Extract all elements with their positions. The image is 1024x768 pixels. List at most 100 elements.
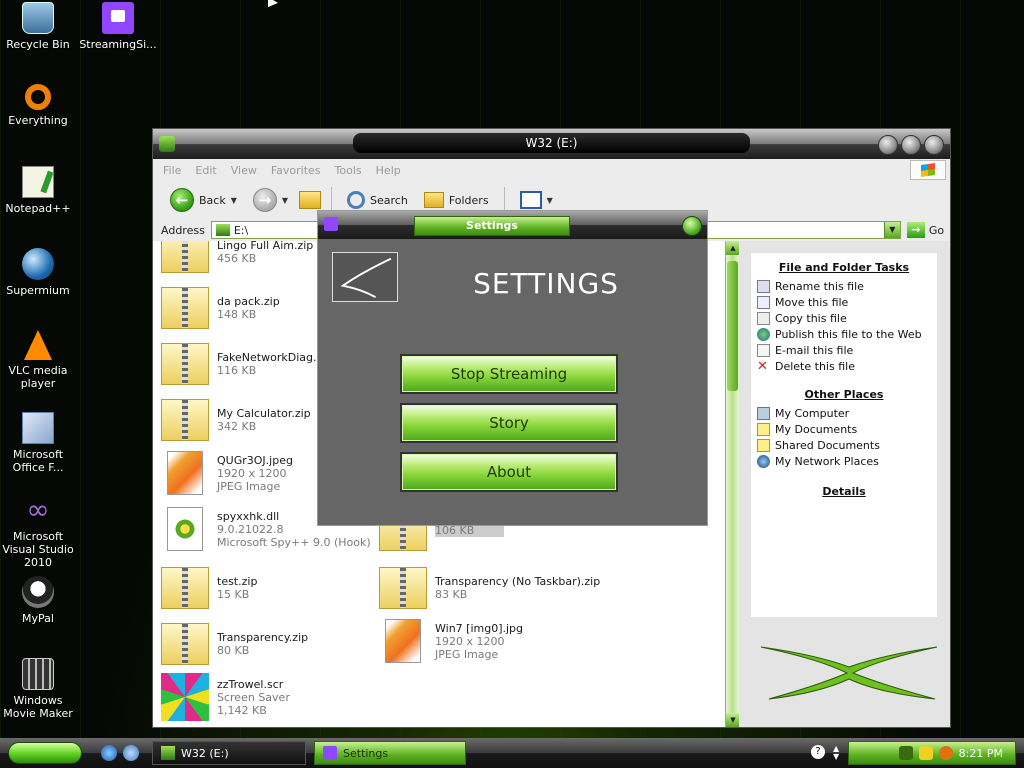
file-item[interactable]: QUGr3OJ.jpeg 1920 x 1200 JPEG Image [161,445,293,501]
address-dropdown-button[interactable]: ▼ [883,222,900,238]
network-places-link[interactable]: My Network Places [757,453,931,469]
shared-documents-link[interactable]: Shared Documents [757,437,931,453]
start-button[interactable] [8,742,82,764]
desktop-icon-visual-studio[interactable]: ∞ Microsoft Visual Studio 2010 [0,494,76,570]
taskbar: W32 (E:) Settings 8:21 PM [0,738,1024,768]
desktop-icon-notepad[interactable]: Notepad++ [0,166,76,215]
rename-file-link[interactable]: Rename this file [757,278,931,294]
window-controls [878,135,944,155]
folders-icon [423,192,444,208]
delete-file-link[interactable]: ✕ Delete this file [757,358,931,374]
show-desktop-icon[interactable] [123,745,139,761]
settings-window: Settings SETTINGS Stop Streaming Story A… [317,210,708,526]
desktop-icon-office[interactable]: Microsoft Office F... [0,412,76,474]
zip-folder-icon [161,399,209,441]
desktop-icon-streaming[interactable]: StreamingSi... [78,2,158,51]
desktop-icon-mypal[interactable]: MyPal [0,576,76,625]
task-pane: File and Folder Tasks Rename this file M… [739,241,950,727]
jpeg-image-icon [167,451,203,495]
explorer-title-bar[interactable]: W32 (E:) [153,129,950,159]
network-tray-icon[interactable] [898,746,913,760]
views-icon [519,191,542,209]
desktop-icon-everything[interactable]: Everything [0,84,76,127]
file-item[interactable]: Transparency (No Taskbar).zip 83 KB [379,563,600,613]
folder-up-icon[interactable] [299,191,322,209]
go-arrow-icon: → [906,222,925,238]
xbox-x-logo-icon [760,646,938,700]
menu-file[interactable]: File [163,164,181,177]
taskbar-item-explorer[interactable]: W32 (E:) [152,741,306,765]
drive-app-icon [161,746,175,760]
internet-explorer-icon[interactable] [101,745,117,761]
desktop-icon-movie-maker[interactable]: Windows Movie Maker [0,658,76,720]
stop-streaming-button[interactable]: Stop Streaming [400,354,618,394]
mouse-cursor [268,0,278,13]
desktop-icon-recycle-bin[interactable]: Recycle Bin [0,2,76,51]
forward-arrow-icon: → [252,188,277,212]
file-item[interactable]: test.zip 15 KB [161,563,257,613]
menu-favorites[interactable]: Favorites [271,164,321,177]
move-file-link[interactable]: Move this file [757,294,931,310]
tray-expand-icon[interactable]: ▲ ▼ [833,745,843,761]
desktop-icon-vlc[interactable]: VLC media player [0,330,76,390]
file-item[interactable]: Lingo Full Aim.zip 456 KB [161,241,313,277]
help-icon[interactable]: ? [811,745,825,759]
publish-web-link[interactable]: Publish this file to the Web [757,326,931,342]
details-heading[interactable]: Details [757,485,931,498]
menu-view[interactable]: View [231,164,257,177]
delete-x-icon: ✕ [757,358,768,374]
go-button[interactable]: → Go [906,222,944,238]
drive-app-icon[interactable] [159,136,175,152]
clock[interactable]: 8:21 PM [959,747,1003,760]
back-button[interactable]: ← Back ▼ [165,186,242,214]
move-icon [757,295,770,309]
chevron-down-icon[interactable]: ▼ [231,196,237,205]
screensaver-icon [161,673,209,721]
address-value: E:\ [233,223,249,237]
desktop-icon-supermium[interactable]: Supermium [0,248,76,297]
minimize-button[interactable] [878,135,898,155]
search-button[interactable]: Search [342,189,413,211]
file-item[interactable]: FakeNetworkDiag.zip 116 KB [161,339,332,389]
menu-help[interactable]: Help [376,164,401,177]
file-item[interactable]: Transparency.zip 80 KB [161,619,308,669]
twitch-icon [102,2,134,34]
close-button[interactable] [924,135,944,155]
forward-button[interactable]: → ▼ [248,186,293,214]
views-button[interactable]: ▼ [515,189,558,211]
network-icon [757,454,770,468]
settings-close-button[interactable] [682,216,702,236]
file-item[interactable]: My Calculator.zip 342 KB [161,395,311,445]
zip-folder-icon [379,567,427,609]
taskbar-item-settings[interactable]: Settings [314,741,466,765]
copy-file-link[interactable]: Copy this file [757,310,931,326]
file-item[interactable]: Win7 [img0].jpg 1920 x 1200 JPEG Image [379,613,523,669]
file-item[interactable]: zzTrowel.scr Screen Saver 1,142 KB [161,669,290,725]
my-computer-link[interactable]: My Computer [757,405,931,421]
scroll-down-button[interactable]: ▼ [726,713,740,727]
scroll-up-button[interactable]: ▲ [726,241,740,255]
file-item[interactable]: da pack.zip 148 KB [161,283,280,333]
scroll-thumb[interactable] [727,261,738,391]
vertical-scrollbar[interactable]: ▲ ▼ [725,241,740,727]
chevron-down-icon[interactable]: ▼ [282,196,288,205]
maximize-button[interactable] [901,135,921,155]
zip-folder-icon [161,623,209,665]
system-tray: 8:21 PM [848,741,1016,765]
about-button[interactable]: About [400,452,618,492]
back-check-icon[interactable] [332,252,398,302]
search-tray-icon[interactable] [938,746,953,760]
menu-tools[interactable]: Tools [335,164,362,177]
windows-logo-icon [910,160,946,180]
settings-title-bar[interactable]: Settings [318,211,707,239]
menu-edit[interactable]: Edit [195,164,216,177]
story-button[interactable]: Story [400,403,618,443]
my-documents-link[interactable]: My Documents [757,421,931,437]
other-places-heading[interactable]: Other Places [757,388,931,401]
chevron-down-icon: ▼ [546,195,553,205]
email-file-link[interactable]: E-mail this file [757,342,931,358]
settings-heading: SETTINGS [473,267,619,300]
file-folder-tasks-heading[interactable]: File and Folder Tasks [757,261,931,274]
security-shield-icon[interactable] [918,746,933,760]
folders-button[interactable]: Folders [419,190,494,210]
